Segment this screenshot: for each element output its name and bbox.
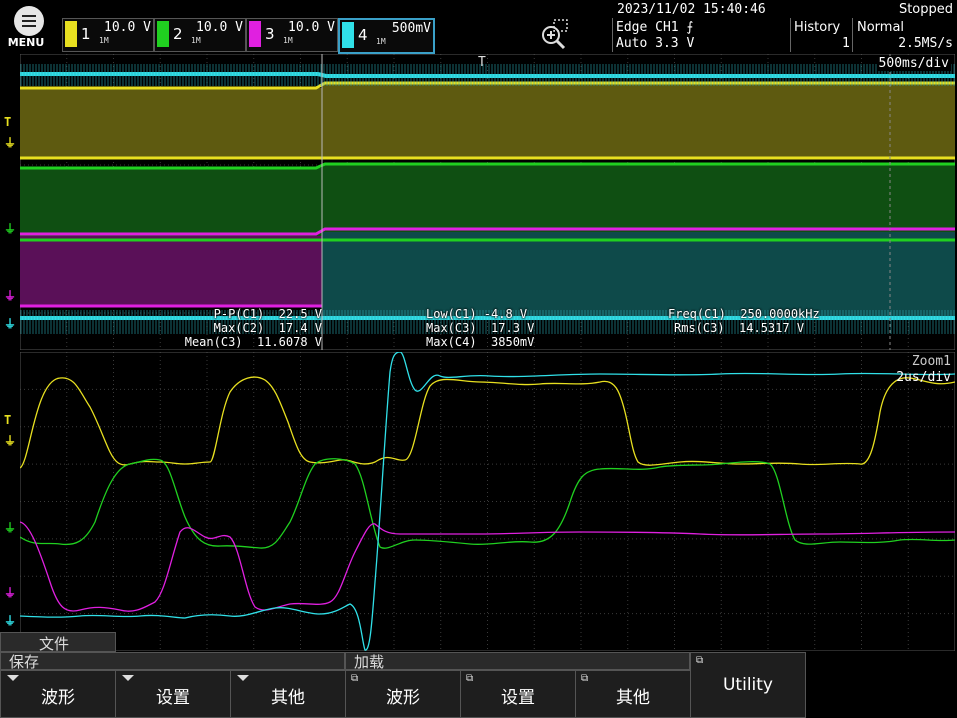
channel-4-coupling: 1M <box>376 37 386 46</box>
channel-3-number: 3 <box>265 25 275 43</box>
load-waveform-label: 波形 <box>386 688 420 708</box>
measurement-mean-c3: Mean(C3) 11.6078 V <box>184 335 322 349</box>
external-link-icon: ⧉ <box>696 655 704 666</box>
measurement-pp-c1: P-P(C1) 22.5 V <box>213 307 322 321</box>
save-other-button[interactable]: 其他 <box>230 670 346 718</box>
channel-1-number: 1 <box>81 25 91 43</box>
ch4-ground-marker[interactable]: ⏚ <box>4 315 16 332</box>
channel-4-scale: 500mV <box>391 21 431 36</box>
channel-4-number: 4 <box>358 26 368 44</box>
load-waveform-button[interactable]: ⧉ 波形 <box>345 670 461 718</box>
channel-1-scale: 10.0 V <box>104 20 151 35</box>
zoom-waveform-display[interactable] <box>20 352 955 651</box>
menu-label: MENU <box>7 36 45 49</box>
zoom-ch1-ground-marker[interactable]: ⏚ <box>4 432 16 449</box>
history-value: 1 <box>842 36 850 51</box>
ch2-ground-marker[interactable]: ⏚ <box>4 220 16 237</box>
trigger-level: Auto 3.3 V <box>616 36 695 51</box>
ch1-envelope-left <box>20 88 322 158</box>
trigger-marker-icon: T <box>478 55 486 70</box>
run-status[interactable]: Stopped <box>899 2 953 17</box>
measurement-max-c2: Max(C2) 17.4 V <box>213 321 322 335</box>
dropdown-arrow-icon <box>7 675 19 681</box>
utility-button[interactable]: ⧉ Utility <box>690 652 806 718</box>
load-other-button[interactable]: ⧉ 其他 <box>575 670 691 718</box>
save-waveform-button[interactable]: 波形 <box>0 670 116 718</box>
sample-rate: 2.5MS/s <box>898 36 953 51</box>
tab-file[interactable]: 文件 <box>0 632 116 653</box>
utility-label: Utility <box>722 675 773 695</box>
menu-icon <box>14 6 44 36</box>
channel-2-coupling: 1M <box>191 36 201 45</box>
channel-1-indicator[interactable]: 1 10.0 V 1M <box>62 18 154 52</box>
channel-3-coupling: 1M <box>283 36 293 45</box>
save-other-label: 其他 <box>271 688 305 708</box>
dropdown-arrow-icon <box>122 675 134 681</box>
tab-save-label: 保存 <box>9 653 40 671</box>
channel-2-scale: 10.0 V <box>196 20 243 35</box>
channel-4-indicator[interactable]: 4 500mV 1M <box>338 18 435 54</box>
zoom-ch1-trigger-marker[interactable]: T <box>4 413 11 427</box>
datetime-readout: 2023/11/02 15:40:46 <box>617 2 766 17</box>
channel-3-scale: 10.0 V <box>288 20 335 35</box>
measurement-max-c4: Max(C4) 3850mV <box>426 335 535 349</box>
ch1-trigger-level-marker[interactable]: T <box>4 115 11 129</box>
zoom-window-name: Zoom1 <box>911 354 951 369</box>
trigger-type: Edge CH1 ⨍ <box>616 20 694 35</box>
measurement-rms-c3: Rms(C3) 14.5317 V <box>674 321 805 335</box>
save-waveform-label: 波形 <box>41 688 75 708</box>
load-other-label: 其他 <box>616 688 650 708</box>
ch2-envelope-left <box>20 168 322 240</box>
channel-4-color-tag <box>342 22 354 48</box>
zoom-ch4-ground-marker[interactable]: ⏚ <box>4 612 16 629</box>
zoom-timebase[interactable]: 2us/div <box>896 370 951 385</box>
dropdown-arrow-icon <box>237 675 249 681</box>
save-settings-button[interactable]: 设置 <box>115 670 231 718</box>
measurement-max-c3: Max(C3) 17.3 V <box>426 321 535 335</box>
ch1-envelope-right <box>322 83 955 158</box>
acquisition-mode: Normal <box>857 20 905 35</box>
zoom-ch2-ground-marker[interactable]: ⏚ <box>4 519 16 536</box>
channel-2-number: 2 <box>173 25 183 43</box>
load-settings-label: 设置 <box>501 688 535 708</box>
ch3-envelope-left <box>20 236 322 306</box>
zoom-ch3-ground-marker[interactable]: ⏚ <box>4 584 16 601</box>
ch1-ground-marker[interactable]: ⏚ <box>4 134 16 151</box>
main-timebase[interactable]: 500ms/div <box>876 56 951 71</box>
measurement-low-c1: Low(C1) -4.8 V <box>426 307 528 321</box>
load-settings-button[interactable]: ⧉ 设置 <box>460 670 576 718</box>
ch3-ground-marker[interactable]: ⏚ <box>4 287 16 304</box>
tab-load[interactable]: 加载 <box>345 652 690 671</box>
channel-2-indicator[interactable]: 2 10.0 V 1M <box>154 18 246 52</box>
tab-load-label: 加载 <box>354 653 385 671</box>
channel-3-color-tag <box>249 21 261 47</box>
save-settings-label: 设置 <box>156 688 190 708</box>
main-waveform-display[interactable]: T <box>20 54 955 350</box>
channel-3-indicator[interactable]: 3 10.0 V 1M <box>246 18 338 52</box>
channel-1-color-tag <box>65 21 77 47</box>
channel-1-coupling: 1M <box>99 36 109 45</box>
tab-file-label: 文件 <box>39 635 70 653</box>
ch4-envelope-right <box>322 232 955 318</box>
measurement-freq-c1: Freq(C1) 250.0000kHz <box>668 307 820 321</box>
channel-2-color-tag <box>157 21 169 47</box>
tab-save[interactable]: 保存 <box>0 652 345 671</box>
history-label: History <box>794 20 841 35</box>
empty-softkey-area <box>806 652 957 718</box>
zoom-icon[interactable] <box>538 18 570 50</box>
